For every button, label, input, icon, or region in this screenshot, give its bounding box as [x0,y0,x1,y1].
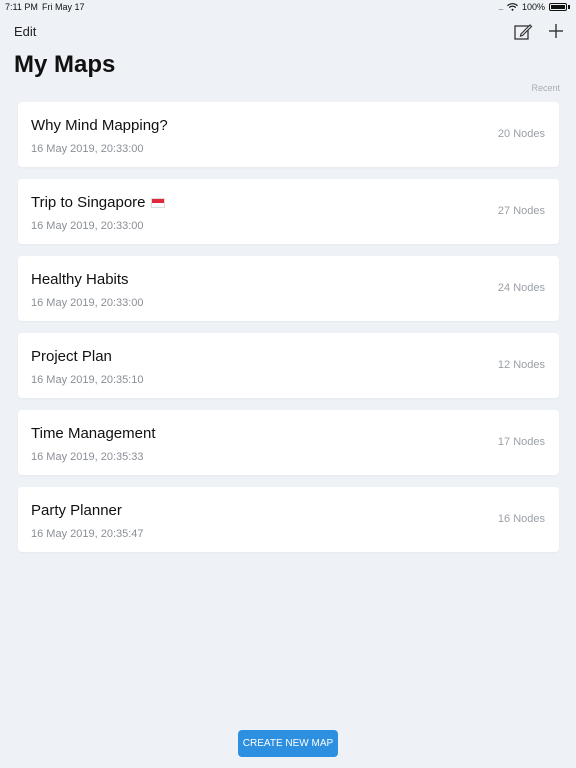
map-title: Trip to Singapore [31,194,146,211]
map-title: Time Management [31,425,156,442]
map-title-wrap: Trip to Singapore [31,194,165,211]
map-title: Project Plan [31,348,112,365]
map-date: 16 May 2019, 20:33:00 [31,220,144,232]
map-date: 16 May 2019, 20:35:10 [31,374,144,386]
battery-percent: 100% [521,2,545,12]
map-card[interactable]: Why Mind Mapping? 16 May 2019, 20:33:00 … [18,102,559,167]
maps-list: Why Mind Mapping? 16 May 2019, 20:33:00 … [18,102,559,564]
map-title: Why Mind Mapping? [31,117,168,134]
edit-button[interactable]: Edit [14,24,36,39]
page-title: My Maps [14,51,116,78]
map-node-count: 27 Nodes [497,205,545,217]
map-title: Party Planner [31,502,122,519]
map-date: 16 May 2019, 20:33:00 [31,143,144,155]
nav-bar: Edit [0,18,576,48]
plus-icon[interactable] [546,21,566,41]
signal-icon: .... [498,2,504,12]
status-time: 7:11 PM [5,2,38,12]
map-card[interactable]: Trip to Singapore 16 May 2019, 20:33:00 … [18,179,559,244]
singapore-flag-icon [150,198,165,208]
map-card[interactable]: Healthy Habits 16 May 2019, 20:33:00 24 … [18,256,559,321]
map-node-count: 24 Nodes [497,282,545,294]
map-card[interactable]: Project Plan 16 May 2019, 20:35:10 12 No… [18,333,559,398]
map-title: Healthy Habits [31,271,129,288]
map-node-count: 16 Nodes [497,513,545,525]
map-date: 16 May 2019, 20:33:00 [31,297,144,309]
map-date: 16 May 2019, 20:35:47 [31,528,144,540]
status-indicators: .... 100% [498,2,570,12]
status-bar: 7:11 PM Fri May 17 .... 100% [0,0,576,14]
wifi-icon [507,3,518,11]
create-new-map-button[interactable]: CREATE NEW MAP [238,730,338,757]
battery-icon [549,3,567,11]
map-node-count: 12 Nodes [497,359,545,371]
map-card[interactable]: Party Planner 16 May 2019, 20:35:47 16 N… [18,487,559,552]
map-node-count: 17 Nodes [497,436,545,448]
battery-nub [568,5,570,9]
map-node-count: 20 Nodes [497,128,545,140]
map-card[interactable]: Time Management 16 May 2019, 20:35:33 17… [18,410,559,475]
compose-icon[interactable] [513,22,533,42]
map-date: 16 May 2019, 20:35:33 [31,451,144,463]
sort-label[interactable]: Recent [531,83,560,93]
status-date: Fri May 17 [42,2,85,12]
